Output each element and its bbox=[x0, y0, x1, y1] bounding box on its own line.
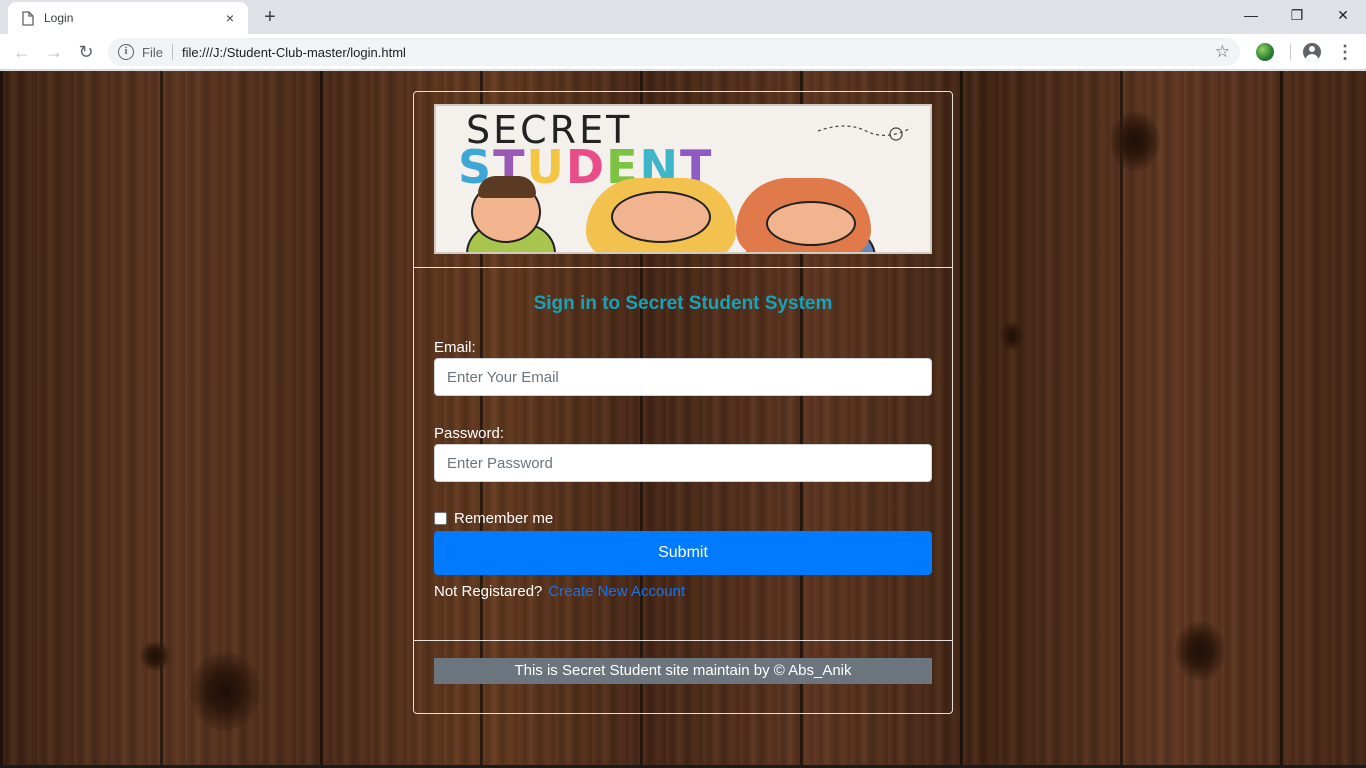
not-registered-text: Not Registared? bbox=[434, 583, 543, 600]
browser-toolbar: ← → ↻ i File file:///J:/Student-Club-mas… bbox=[0, 34, 1366, 70]
wood-knot bbox=[1000, 321, 1024, 351]
url-text[interactable]: file:///J:/Student-Club-master/login.htm… bbox=[182, 45, 406, 60]
remember-me-row: Remember me bbox=[434, 510, 553, 527]
footer-bar: This is Secret Student site maintain by … bbox=[434, 658, 932, 684]
omnibox-divider bbox=[171, 44, 173, 60]
reload-icon[interactable]: ↻ bbox=[74, 40, 98, 64]
password-label: Password: bbox=[434, 425, 505, 442]
profile-avatar-icon[interactable] bbox=[1303, 43, 1321, 61]
remember-me-checkbox[interactable] bbox=[434, 512, 447, 525]
page-viewport: SECRET STUDENT Sign in to Secret Student… bbox=[0, 71, 1366, 768]
document-icon bbox=[22, 10, 34, 26]
extension-globe-icon[interactable] bbox=[1256, 43, 1274, 61]
browser-menu-icon[interactable]: ⋮ bbox=[1336, 40, 1354, 64]
close-window-button[interactable]: ✕ bbox=[1320, 0, 1366, 30]
kid-hair-left bbox=[478, 176, 536, 198]
browser-tab[interactable]: Login × bbox=[8, 2, 248, 34]
form-title: Sign in to Secret Student System bbox=[533, 293, 833, 314]
kid-face-middle bbox=[611, 191, 711, 243]
minimize-window-button[interactable]: — bbox=[1228, 0, 1274, 30]
register-prompt: Not Registared? Create New Account bbox=[434, 583, 685, 600]
wood-knot bbox=[140, 641, 170, 671]
submit-button[interactable]: Submit bbox=[434, 531, 932, 575]
toolbar-divider bbox=[1290, 44, 1291, 60]
scheme-label: File bbox=[142, 44, 163, 60]
wood-knot bbox=[1175, 621, 1225, 681]
logo-doodle-icon bbox=[817, 125, 912, 141]
tab-title: Login bbox=[44, 11, 74, 25]
secret-student-logo: SECRET STUDENT bbox=[434, 104, 932, 254]
back-arrow-icon[interactable]: ← bbox=[10, 40, 34, 64]
login-form: Sign in to Secret Student System Email: … bbox=[414, 269, 952, 641]
tab-close-icon[interactable]: × bbox=[222, 10, 238, 26]
logo-letter: D bbox=[565, 140, 607, 194]
info-icon[interactable]: i bbox=[118, 44, 134, 60]
remember-me-label[interactable]: Remember me bbox=[454, 510, 553, 527]
restore-window-button[interactable]: ❐ bbox=[1274, 0, 1320, 30]
new-tab-button[interactable]: + bbox=[258, 5, 282, 29]
wood-knot bbox=[1110, 111, 1160, 171]
browser-tab-bar: Login × + — ❐ ✕ bbox=[0, 0, 1366, 34]
address-bar[interactable]: i File file:///J:/Student-Club-master/lo… bbox=[108, 38, 1240, 66]
forward-arrow-icon[interactable]: → bbox=[42, 40, 66, 64]
login-card: SECRET STUDENT Sign in to Secret Student… bbox=[413, 91, 953, 714]
create-account-link[interactable]: Create New Account bbox=[548, 583, 685, 600]
card-header: SECRET STUDENT bbox=[414, 92, 952, 268]
kid-face-right bbox=[766, 201, 856, 246]
email-label: Email: bbox=[434, 339, 476, 356]
password-input[interactable] bbox=[434, 444, 932, 482]
wood-knot bbox=[190, 651, 260, 731]
email-input[interactable] bbox=[434, 358, 932, 396]
bookmark-star-icon[interactable]: ☆ bbox=[1215, 42, 1230, 62]
